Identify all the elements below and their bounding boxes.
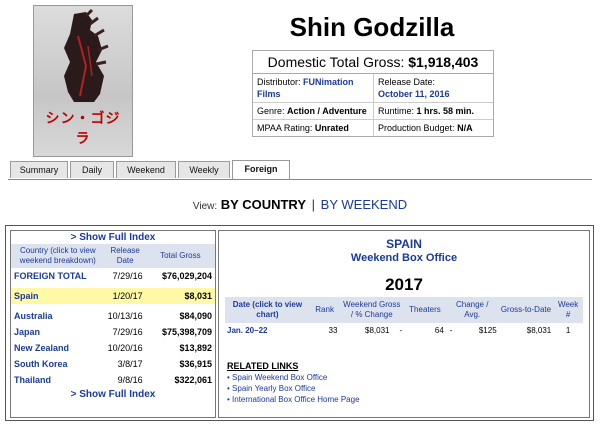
col-total-gross: Total Gross bbox=[145, 244, 215, 268]
country-link[interactable]: South Korea bbox=[11, 356, 105, 372]
view-by-country: BY COUNTRY bbox=[220, 197, 307, 212]
tab-bar: Summary Daily Weekend Weekly Foreign bbox=[8, 160, 592, 180]
info-row: Distributor: FUNimation Films Release Da… bbox=[253, 74, 493, 103]
related-link[interactable]: • Spain Yearly Box Office bbox=[227, 383, 360, 394]
tab-weekly[interactable]: Weekly bbox=[178, 161, 230, 178]
table-row: New Zealand 10/20/16 $13,892 bbox=[11, 340, 215, 356]
movie-poster: シン・ゴジラ bbox=[33, 5, 133, 157]
country-link[interactable]: New Zealand bbox=[11, 340, 105, 356]
table-row-foreign-total: FOREIGN TOTAL 7/29/16 $76,029,204 bbox=[11, 268, 215, 284]
tab-daily[interactable]: Daily bbox=[70, 161, 114, 178]
budget-cell: Production Budget: N/A bbox=[373, 120, 493, 136]
country-link[interactable]: FOREIGN TOTAL bbox=[11, 268, 105, 284]
foreign-panel: > Show Full Index Country (click to view… bbox=[5, 225, 594, 421]
table-row: Japan 7/29/16 $75,398,709 bbox=[11, 324, 215, 340]
view-switch: View: BY COUNTRY | BY WEEKEND bbox=[192, 197, 408, 212]
weekend-date-link[interactable]: Jan. 20–22 bbox=[225, 323, 310, 338]
weekend-table: Date (click to view chart) Rank Weekend … bbox=[225, 297, 583, 338]
col-weekend-gross: Weekend Gross / % Change bbox=[339, 297, 405, 323]
info-row: Genre: Action / Adventure Runtime: 1 hrs… bbox=[253, 103, 493, 120]
view-by-weekend-link[interactable]: BY WEEKEND bbox=[321, 197, 407, 212]
col-gross-to-date: Gross-to-Date bbox=[498, 297, 554, 323]
country-table: Country (click to view weekend breakdown… bbox=[11, 244, 215, 388]
domestic-gross-value: $1,918,403 bbox=[408, 54, 479, 70]
detail-subtitle: Weekend Box Office bbox=[350, 252, 458, 264]
related-link[interactable]: • Spain Weekend Box Office bbox=[227, 372, 360, 383]
info-row: MPAA Rating: Unrated Production Budget: … bbox=[253, 120, 493, 136]
show-full-index-link-top[interactable]: > Show Full Index bbox=[11, 231, 215, 244]
col-change-avg: Change / Avg. bbox=[445, 297, 499, 323]
table-row: Jan. 20–22 33 $8,031- 64 - $125 $8,031 1 bbox=[225, 323, 583, 338]
table-row: Thailand 9/8/16 $322,061 bbox=[11, 372, 215, 388]
country-index-panel: > Show Full Index Country (click to view… bbox=[10, 230, 216, 418]
detail-country-title: SPAIN bbox=[386, 237, 422, 251]
distributor-cell: Distributor: FUNimation Films bbox=[257, 77, 354, 99]
country-link[interactable]: Japan bbox=[11, 324, 105, 340]
related-links: RELATED LINKS • Spain Weekend Box Office… bbox=[227, 361, 360, 405]
movie-title: Shin Godzilla bbox=[289, 12, 455, 42]
tab-summary[interactable]: Summary bbox=[10, 161, 68, 178]
domestic-gross: Domestic Total Gross: $1,918,403 bbox=[253, 51, 493, 74]
weekend-detail-panel: SPAIN Weekend Box Office 2017 Date (clic… bbox=[218, 230, 590, 418]
related-links-heading: RELATED LINKS bbox=[227, 361, 299, 371]
tab-weekend[interactable]: Weekend bbox=[116, 161, 176, 178]
poster-title: シン・ゴジラ bbox=[45, 111, 121, 147]
col-theaters: Theaters bbox=[404, 297, 446, 323]
col-week: Week # bbox=[553, 297, 583, 323]
mpaa-cell: MPAA Rating: Unrated bbox=[257, 123, 349, 133]
col-rank: Rank bbox=[309, 297, 340, 323]
col-date[interactable]: Date (click to view chart) bbox=[225, 297, 310, 323]
col-country: Country (click to view weekend breakdown… bbox=[11, 244, 105, 268]
country-link[interactable]: Australia bbox=[11, 308, 105, 324]
release-date-link[interactable]: October 11, 2016 bbox=[378, 89, 450, 99]
gross-summary-box: Domestic Total Gross: $1,918,403 Distrib… bbox=[252, 50, 494, 137]
table-row: South Korea 3/8/17 $36,915 bbox=[11, 356, 215, 372]
table-row-selected: Spain 1/20/17 $8,031 bbox=[11, 288, 215, 304]
country-link[interactable]: Spain bbox=[11, 288, 105, 304]
detail-year: 2017 bbox=[385, 275, 423, 294]
show-full-index-link-bottom[interactable]: > Show Full Index bbox=[11, 388, 215, 401]
related-link[interactable]: • International Box Office Home Page bbox=[227, 394, 360, 405]
genre-cell: Genre: Action / Adventure bbox=[257, 106, 367, 116]
country-link[interactable]: Thailand bbox=[11, 372, 105, 388]
table-row: Australia 10/13/16 $84,090 bbox=[11, 308, 215, 324]
col-release-date: Release Date bbox=[104, 244, 146, 268]
release-date-cell: Release Date: October 11, 2016 bbox=[373, 74, 493, 102]
tab-foreign[interactable]: Foreign bbox=[232, 160, 290, 179]
runtime-cell: Runtime: 1 hrs. 58 min. bbox=[373, 103, 493, 119]
